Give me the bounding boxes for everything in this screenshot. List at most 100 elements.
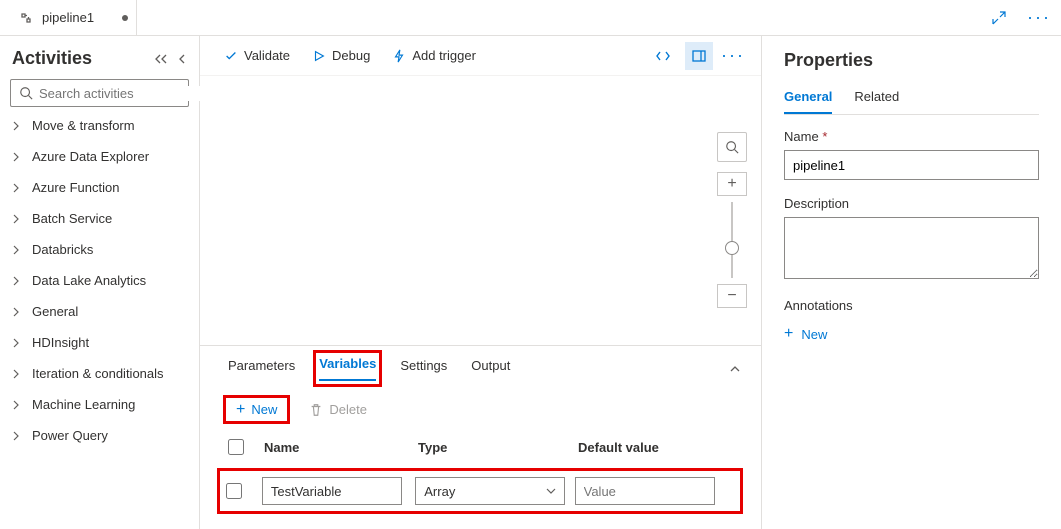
pipeline-icon bbox=[18, 10, 34, 26]
sidebar-header: Activities bbox=[12, 48, 187, 69]
pipeline-tab[interactable]: pipeline1 bbox=[10, 0, 137, 36]
toolbar-left: Validate Debug Add trigger bbox=[224, 48, 476, 63]
activity-group-data-lake-analytics[interactable]: Data Lake Analytics bbox=[10, 268, 189, 293]
plus-icon: + bbox=[236, 403, 245, 417]
variable-default-input[interactable] bbox=[575, 477, 715, 505]
chevron-right-icon bbox=[12, 245, 24, 255]
add-trigger-label: Add trigger bbox=[412, 48, 476, 63]
variable-type-select[interactable]: Array bbox=[415, 477, 565, 505]
tab-general[interactable]: General bbox=[784, 89, 832, 114]
more-icon[interactable]: ··· bbox=[721, 45, 745, 66]
variable-name-input[interactable] bbox=[262, 477, 402, 505]
activity-group-label: HDInsight bbox=[32, 335, 89, 350]
sidebar-title: Activities bbox=[12, 48, 92, 69]
check-icon bbox=[224, 49, 238, 63]
activity-group-label: General bbox=[32, 304, 78, 319]
activity-group-azure-data-explorer[interactable]: Azure Data Explorer bbox=[10, 144, 189, 169]
search-input[interactable] bbox=[39, 86, 215, 101]
tabbar-right: ··· bbox=[985, 4, 1051, 32]
chevron-right-icon bbox=[12, 338, 24, 348]
activities-sidebar: Activities Move & transform bbox=[0, 36, 200, 529]
activity-group-move-transform[interactable]: Move & transform bbox=[10, 113, 189, 138]
tab-related[interactable]: Related bbox=[854, 89, 899, 114]
trigger-icon bbox=[392, 49, 406, 63]
more-icon[interactable]: ··· bbox=[1027, 7, 1051, 28]
tab-output[interactable]: Output bbox=[471, 358, 510, 381]
pipeline-tab-title: pipeline1 bbox=[42, 10, 94, 25]
chevron-right-icon bbox=[12, 431, 24, 441]
zoom-handle[interactable] bbox=[725, 241, 739, 255]
new-variable-label: New bbox=[251, 402, 277, 417]
activity-group-label: Azure Function bbox=[32, 180, 119, 195]
expand-icon[interactable] bbox=[985, 4, 1013, 32]
tab-settings[interactable]: Settings bbox=[400, 358, 447, 381]
zoom-in-button[interactable]: + bbox=[717, 172, 747, 196]
header-name: Name bbox=[258, 440, 418, 455]
validate-button[interactable]: Validate bbox=[224, 48, 290, 63]
chevron-right-icon bbox=[12, 183, 24, 193]
sidebar-collapse-button[interactable] bbox=[153, 53, 187, 65]
activity-group-azure-function[interactable]: Azure Function bbox=[10, 175, 189, 200]
zoom-slider[interactable] bbox=[731, 202, 733, 278]
center-panel: Validate Debug Add trigger bbox=[200, 36, 761, 529]
bottom-panel: Parameters Variables Settings Output + N… bbox=[200, 345, 761, 529]
add-annotation-button[interactable]: + New bbox=[784, 325, 827, 343]
properties-title: Properties bbox=[784, 50, 1039, 71]
chevron-right-icon bbox=[12, 152, 24, 162]
canvas-fit-button[interactable] bbox=[717, 132, 747, 162]
activity-group-label: Machine Learning bbox=[32, 397, 135, 412]
activity-group-databricks[interactable]: Databricks bbox=[10, 237, 189, 262]
activity-group-label: Batch Service bbox=[32, 211, 112, 226]
delete-variable-label: Delete bbox=[329, 402, 367, 417]
main: Activities Move & transform bbox=[0, 36, 1061, 529]
chevron-right-icon bbox=[12, 121, 24, 131]
add-annotation-label: New bbox=[801, 327, 827, 342]
tab-parameters[interactable]: Parameters bbox=[228, 358, 295, 381]
description-label: Description bbox=[784, 196, 1039, 211]
bottom-panel-collapse-button[interactable] bbox=[729, 365, 741, 373]
activity-group-iteration-conditionals[interactable]: Iteration & conditionals bbox=[10, 361, 189, 386]
activity-group-label: Azure Data Explorer bbox=[32, 149, 149, 164]
properties-toggle-button[interactable] bbox=[685, 42, 713, 70]
activity-group-label: Databricks bbox=[32, 242, 93, 257]
activity-group-machine-learning[interactable]: Machine Learning bbox=[10, 392, 189, 417]
canvas-wrap: + − bbox=[200, 76, 761, 345]
validate-label: Validate bbox=[244, 48, 290, 63]
debug-button[interactable]: Debug bbox=[312, 48, 370, 63]
bottom-panel-actions: + New Delete bbox=[226, 398, 741, 421]
activity-group-hdinsight[interactable]: HDInsight bbox=[10, 330, 189, 355]
unsaved-dot-icon bbox=[122, 15, 128, 21]
tab-variables[interactable]: Variables bbox=[319, 356, 376, 381]
activity-group-power-query[interactable]: Power Query bbox=[10, 423, 189, 448]
bottom-panel-tabs: Parameters Variables Settings Output bbox=[220, 346, 741, 382]
delete-variable-button[interactable]: Delete bbox=[299, 398, 377, 421]
chevron-right-icon bbox=[12, 276, 24, 286]
header-default: Default value bbox=[578, 440, 738, 455]
variables-headers: Name Type Default value bbox=[220, 433, 741, 461]
pipeline-name-input[interactable] bbox=[784, 150, 1039, 180]
row-checkbox[interactable] bbox=[226, 483, 242, 499]
zoom-out-button[interactable]: − bbox=[717, 284, 747, 308]
code-icon[interactable] bbox=[649, 42, 677, 70]
search-activities[interactable] bbox=[10, 79, 189, 107]
trash-icon bbox=[309, 403, 323, 417]
select-all-checkbox[interactable] bbox=[228, 439, 244, 455]
activity-group-batch-service[interactable]: Batch Service bbox=[10, 206, 189, 231]
activity-group-general[interactable]: General bbox=[10, 299, 189, 324]
add-trigger-button[interactable]: Add trigger bbox=[392, 48, 476, 63]
pipeline-toolbar: Validate Debug Add trigger bbox=[200, 36, 761, 76]
search-icon bbox=[19, 86, 33, 100]
activity-group-label: Power Query bbox=[32, 428, 108, 443]
debug-label: Debug bbox=[332, 48, 370, 63]
pipeline-canvas[interactable] bbox=[200, 76, 761, 345]
play-icon bbox=[312, 49, 326, 63]
plus-icon: + bbox=[784, 325, 793, 343]
activity-group-label: Move & transform bbox=[32, 118, 135, 133]
activity-group-label: Data Lake Analytics bbox=[32, 273, 146, 288]
new-variable-button[interactable]: + New bbox=[226, 398, 287, 421]
chevron-right-icon bbox=[12, 307, 24, 317]
pipeline-description-input[interactable] bbox=[784, 217, 1039, 279]
name-label: Name * bbox=[784, 129, 1039, 144]
properties-tabs: General Related bbox=[784, 89, 1039, 115]
canvas-zoom-control: + − bbox=[717, 132, 747, 308]
